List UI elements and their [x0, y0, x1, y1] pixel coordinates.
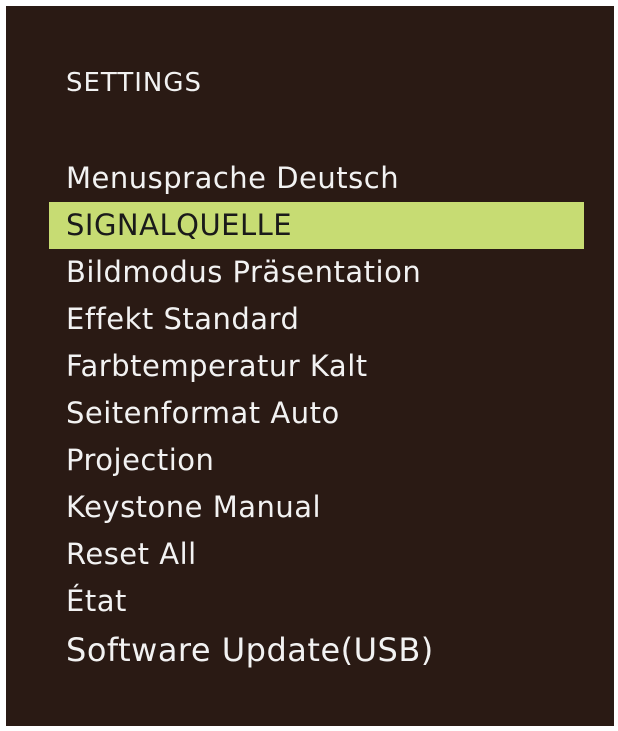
menu-item-bildmodus[interactable]: Bildmodus Präsentation: [6, 249, 614, 296]
menu-item-label: Projection: [66, 443, 215, 477]
menu-title: SETTINGS: [66, 68, 203, 98]
menu-item-reset-all[interactable]: Reset All: [6, 531, 614, 578]
menu-item-farbtemperatur[interactable]: Farbtemperatur Kalt: [6, 343, 614, 390]
menu-item-signalquelle[interactable]: SIGNALQUELLE: [6, 202, 614, 249]
menu-item-label: État: [66, 584, 127, 618]
menu-item-label: Farbtemperatur Kalt: [66, 349, 368, 383]
menu-item-label: SIGNALQUELLE: [66, 208, 293, 242]
menu-item-keystone[interactable]: Keystone Manual: [6, 484, 614, 531]
menu-item-label: Reset All: [66, 537, 197, 571]
menu-item-projection[interactable]: Projection: [6, 437, 614, 484]
menu-item-etat[interactable]: État: [6, 578, 614, 625]
menu-item-label: Seitenformat Auto: [66, 396, 340, 430]
menu-item-label: Keystone Manual: [66, 490, 322, 524]
menu-item-menusprache[interactable]: Menusprache Deutsch: [6, 155, 614, 202]
menu-item-label: Bildmodus Präsentation: [66, 255, 422, 289]
menu-item-software-update[interactable]: Software Update(USB): [6, 625, 614, 675]
menu-item-label: Effekt Standard: [66, 302, 300, 336]
menu-item-seitenformat[interactable]: Seitenformat Auto: [6, 390, 614, 437]
settings-menu-panel: SETTINGS Menusprache Deutsch SIGNALQUELL…: [6, 6, 614, 726]
menu-item-label: Menusprache Deutsch: [66, 161, 400, 195]
menu-item-label: Software Update(USB): [66, 631, 434, 669]
menu-item-effekt[interactable]: Effekt Standard: [6, 296, 614, 343]
settings-menu-list: Menusprache Deutsch SIGNALQUELLE Bildmod…: [6, 155, 614, 675]
